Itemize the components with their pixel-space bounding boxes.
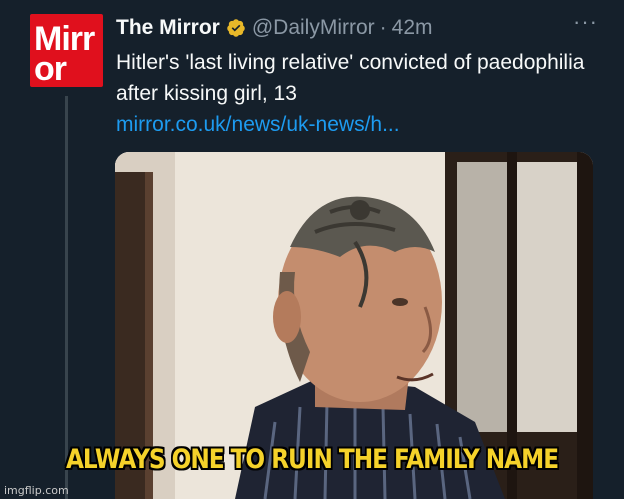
mirror-avatar[interactable]: Mirr or — [30, 14, 103, 87]
display-name[interactable]: The Mirror — [116, 16, 220, 40]
more-options-icon[interactable]: ··· — [573, 11, 598, 33]
imgflip-watermark: imgflip.com — [4, 484, 69, 497]
separator-dot: · — [379, 16, 387, 39]
verified-badge-icon — [227, 19, 245, 37]
tweet-body: Hitler's 'last living relative' convicte… — [116, 47, 596, 140]
tweet-header: The Mirror @DailyMirror · 42m — [116, 12, 604, 44]
handle[interactable]: @DailyMirror — [252, 16, 375, 40]
tweet-text: Hitler's 'last living relative' convicte… — [116, 51, 585, 105]
avatar-logo-text-bottom: or — [34, 50, 67, 87]
thread-line — [65, 96, 68, 499]
timestamp[interactable]: 42m — [392, 16, 433, 40]
meme-caption: ALWAYS ONE TO RUIN THE FAMILY NAME — [65, 444, 559, 475]
tweet-link[interactable]: mirror.co.uk/news/uk-news/h... — [116, 109, 596, 140]
